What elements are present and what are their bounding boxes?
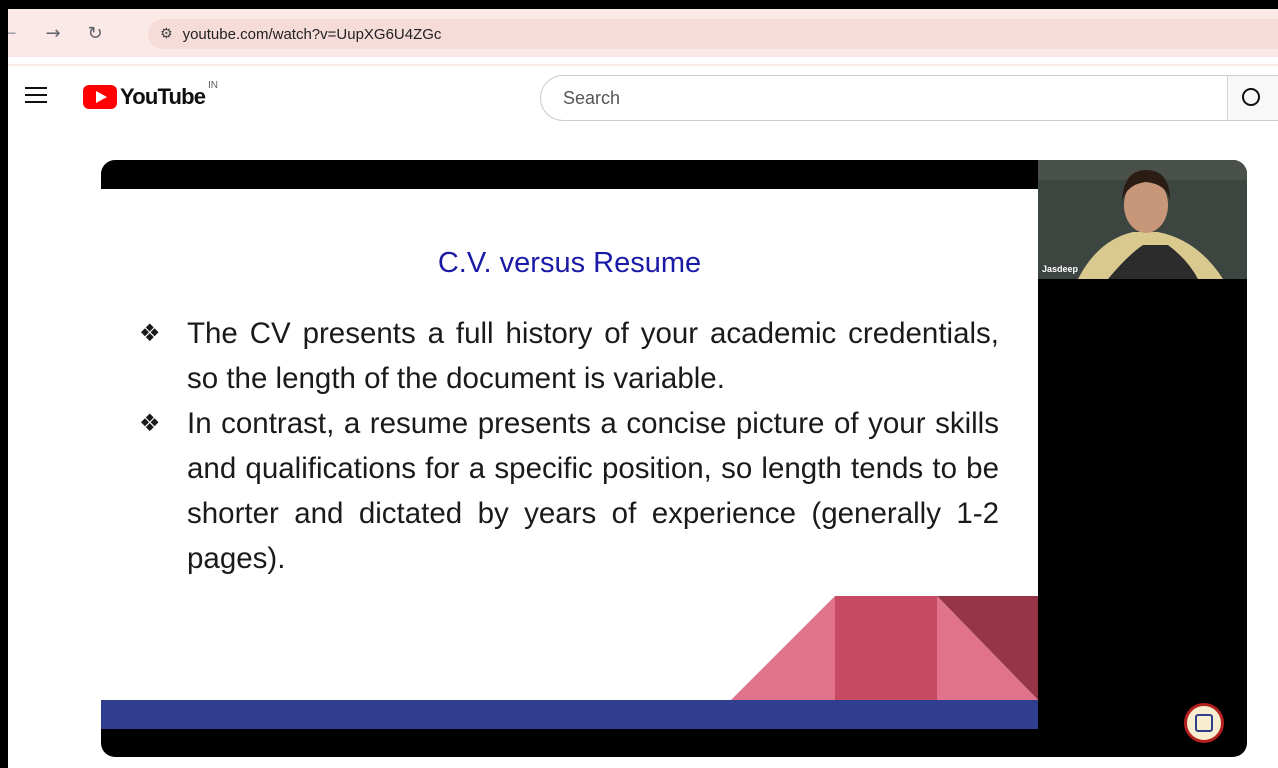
bullet-item: ❖ The CV presents a full history of your… bbox=[139, 311, 999, 401]
youtube-wordmark: YouTube bbox=[120, 84, 206, 109]
slide-decoration bbox=[731, 596, 1038, 700]
presentation-slide: C.V. versus Resume ❖ The CV presents a f… bbox=[101, 189, 1038, 729]
youtube-logo[interactable]: YouTube bbox=[83, 84, 206, 110]
hamburger-menu-icon[interactable] bbox=[25, 87, 47, 103]
search-button[interactable] bbox=[1227, 75, 1278, 121]
bullet-text: The CV presents a full history of your a… bbox=[187, 317, 999, 395]
bullet-item: ❖ In contrast, a resume presents a conci… bbox=[139, 401, 999, 581]
slide-footer-band bbox=[101, 700, 1038, 729]
bullet-text: In contrast, a resume presents a concise… bbox=[187, 407, 999, 575]
browser-toolbar: ← → ↻ ⚙ youtube.com/watch?v=UupXG6U4ZGc bbox=[8, 9, 1278, 57]
site-settings-icon[interactable]: ⚙ bbox=[160, 26, 173, 42]
browser-window: ← → ↻ ⚙ youtube.com/watch?v=UupXG6U4ZGc … bbox=[8, 9, 1278, 768]
webcam-feed: Jasdeep bbox=[1038, 160, 1247, 279]
toolbar-divider bbox=[8, 64, 1278, 66]
address-bar[interactable]: ⚙ youtube.com/watch?v=UupXG6U4ZGc bbox=[148, 19, 1278, 49]
participant-name: Jasdeep bbox=[1042, 264, 1079, 274]
search-icon bbox=[1242, 88, 1260, 106]
search-input[interactable]: Search bbox=[540, 75, 1228, 121]
forward-arrow-icon[interactable]: → bbox=[38, 23, 68, 44]
video-player[interactable]: C.V. versus Resume ❖ The CV presents a f… bbox=[101, 160, 1247, 757]
url-text: youtube.com/watch?v=UupXG6U4ZGc bbox=[182, 25, 442, 43]
slide-bullets: ❖ The CV presents a full history of your… bbox=[139, 311, 999, 581]
back-arrow-icon[interactable]: ← bbox=[8, 23, 24, 44]
presenter-silhouette bbox=[1038, 160, 1247, 279]
reload-icon[interactable]: ↻ bbox=[80, 23, 110, 44]
youtube-play-icon bbox=[83, 85, 117, 109]
country-code: IN bbox=[208, 80, 218, 91]
search-placeholder: Search bbox=[563, 87, 621, 108]
bullet-diamond-icon: ❖ bbox=[139, 409, 161, 437]
youtube-header: YouTube IN Search bbox=[8, 67, 1278, 129]
bullet-diamond-icon: ❖ bbox=[139, 319, 161, 347]
slide-title: C.V. versus Resume bbox=[437, 247, 702, 279]
university-seal-icon bbox=[1184, 703, 1224, 743]
